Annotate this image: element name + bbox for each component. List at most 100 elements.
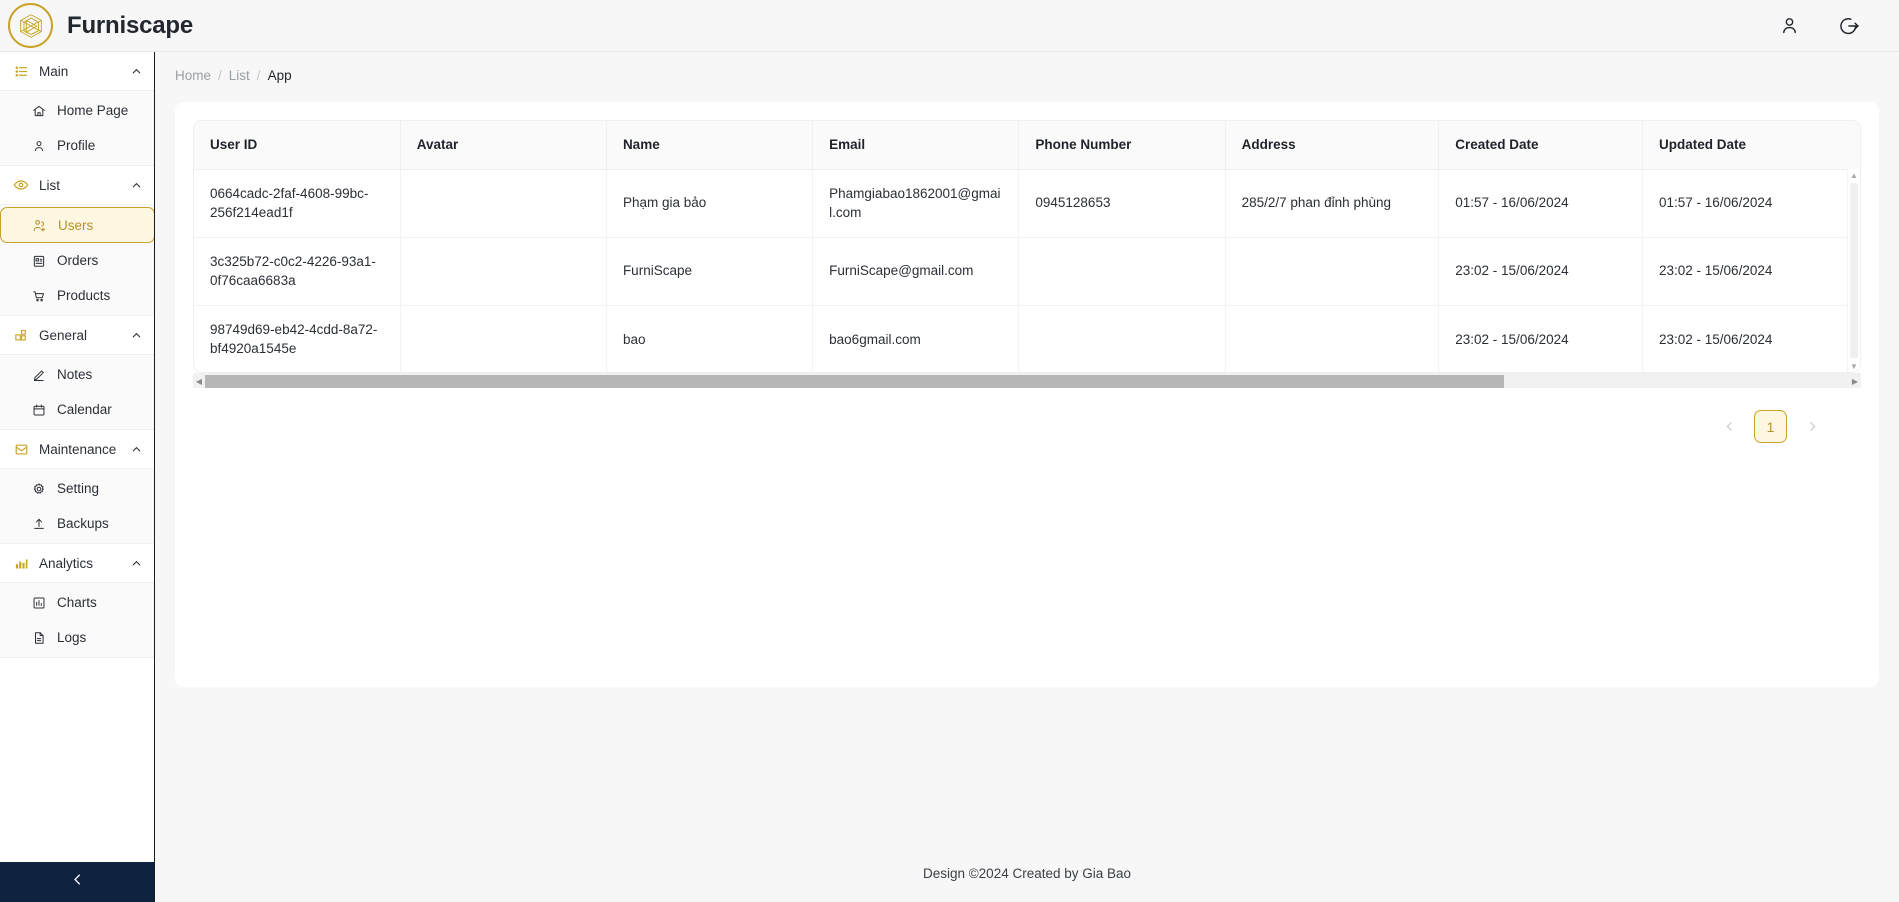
brand-name: Furniscape (67, 11, 194, 39)
breadcrumb-app: App (267, 67, 292, 83)
column-header-user-id[interactable]: User ID (194, 121, 401, 170)
chevron-up-icon[interactable] (130, 557, 142, 569)
users-table-container: User ID Avatar Name Email Phone Number A… (193, 120, 1861, 373)
column-header-email[interactable]: Email (812, 121, 1020, 170)
column-header-avatar[interactable]: Avatar (400, 121, 607, 170)
table-row[interactable]: 0664cadc-2faf-4608-99bc-256f214ead1f Phạ… (194, 169, 1860, 238)
column-header-name[interactable]: Name (606, 121, 814, 170)
cell-phone (1018, 305, 1226, 372)
pagination-prev-button[interactable] (1718, 413, 1740, 441)
chevron-up-icon[interactable] (130, 65, 142, 77)
sidebar: Main Home Page Profile List Users Orders… (0, 52, 155, 902)
footer-text: Design ©2024 Created by Gia Bao (922, 865, 1132, 881)
sidebar-item-charts[interactable]: Charts (0, 585, 154, 620)
users-add-icon (32, 218, 47, 233)
scroll-left-icon[interactable]: ◀ (193, 377, 205, 386)
sidebar-group-analytics[interactable]: Analytics (0, 544, 154, 582)
sidebar-item-products[interactable]: Products (0, 278, 154, 313)
cell-avatar (400, 305, 607, 372)
sidebar-item-label: Products (57, 288, 111, 303)
sidebar-item-calendar[interactable]: Calendar (0, 392, 154, 427)
sidebar-item-backups[interactable]: Backups (0, 506, 154, 541)
cell-created: 23:02 - 15/06/2024 (1438, 237, 1643, 306)
sidebar-group-main[interactable]: Main (0, 52, 154, 90)
sidebar-item-label: Setting (57, 481, 100, 496)
cell-updated: 23:02 - 15/06/2024 (1642, 237, 1860, 306)
breadcrumb: Home / List / App (155, 56, 1899, 94)
sidebar-group-maintenance[interactable]: Maintenance (0, 430, 154, 468)
column-header-created-date[interactable]: Created Date (1438, 121, 1643, 170)
horizontal-scroll-track[interactable] (205, 374, 1849, 389)
cell-user-id: 0664cadc-2faf-4608-99bc-256f214ead1f (194, 169, 401, 238)
chevron-up-icon[interactable] (130, 329, 142, 341)
chevron-left-icon (70, 872, 85, 892)
brand[interactable]: Furniscape (0, 3, 193, 48)
breadcrumb-home[interactable]: Home (175, 68, 211, 83)
cell-user-id: 3c325b72-c0c2-4226-93a1-0f76caa6683a (194, 237, 401, 306)
table-horizontal-scrollbar[interactable]: ◀ ▶ (193, 373, 1861, 388)
column-header-updated-date[interactable]: Updated Date (1642, 121, 1860, 170)
sidebar-item-notes[interactable]: Notes (0, 357, 154, 392)
users-table: User ID Avatar Name Email Phone Number A… (194, 121, 1860, 372)
sidebar-group-list[interactable]: List (0, 166, 154, 204)
sidebar-item-label: Users (58, 217, 94, 233)
table-header: User ID Avatar Name Email Phone Number A… (194, 121, 1860, 170)
scroll-down-icon[interactable]: ▼ (1848, 360, 1860, 372)
breadcrumb-list[interactable]: List (229, 68, 250, 83)
sidebar-item-logs[interactable]: Logs (0, 620, 154, 655)
sidebar-group-label: List (39, 177, 61, 193)
calendar-icon (31, 402, 46, 417)
cell-avatar (400, 237, 607, 306)
sidebar-nav: Main Home Page Profile List Users Orders… (0, 52, 154, 862)
table-header-row: User ID Avatar Name Email Phone Number A… (194, 121, 1860, 170)
vertical-scroll-thumb[interactable] (1850, 183, 1858, 358)
cell-avatar (400, 169, 607, 238)
cell-updated: 23:02 - 15/06/2024 (1659, 331, 1773, 347)
users-card: User ID Avatar Name Email Phone Number A… (175, 102, 1879, 687)
sidebar-submenu-list: Users Orders Products (0, 204, 154, 316)
cell-created: 01:57 - 16/06/2024 (1438, 169, 1643, 238)
sidebar-item-orders[interactable]: Orders (0, 243, 154, 278)
sidebar-item-label: Calendar (57, 402, 112, 417)
breadcrumb-separator: / (256, 67, 261, 83)
sidebar-item-label: Backups (57, 516, 109, 531)
scroll-right-icon[interactable]: ▶ (1849, 377, 1861, 386)
column-header-address[interactable]: Address (1225, 121, 1440, 170)
cell-name: Phạm gia bảo (606, 169, 814, 238)
column-header-phone-number[interactable]: Phone Number (1018, 121, 1226, 170)
sidebar-item-users[interactable]: Users (0, 207, 154, 243)
inbox-envelope-icon (13, 441, 29, 457)
footer: Design ©2024 Created by Gia Bao (155, 844, 1899, 902)
cell-email: bao6gmail.com (812, 305, 1020, 372)
upload-icon (31, 516, 46, 531)
sidebar-submenu-analytics: Charts Logs (0, 582, 154, 658)
chevron-up-icon[interactable] (130, 179, 142, 191)
home-icon (31, 103, 46, 118)
sidebar-collapse-button[interactable] (0, 862, 154, 902)
pagination-next-button[interactable] (1801, 413, 1823, 441)
sidebar-item-profile[interactable]: Profile (0, 128, 154, 163)
breadcrumb-separator: / (218, 67, 222, 83)
sidebar-group-general[interactable]: General (0, 316, 154, 354)
topbar-actions (1777, 14, 1899, 38)
user-icon (31, 138, 46, 153)
cell-email: FurniScape@gmail.com (812, 237, 1020, 306)
sidebar-group-label: Maintenance (39, 441, 117, 457)
pagination-page-1[interactable]: 1 (1754, 410, 1787, 443)
user-account-icon[interactable] (1777, 14, 1801, 38)
cell-name: bao (606, 305, 814, 372)
table-row[interactable]: 3c325b72-c0c2-4226-93a1-0f76caa6683a Fur… (194, 237, 1860, 306)
sidebar-item-home-page[interactable]: Home Page (0, 93, 154, 128)
scroll-up-icon[interactable]: ▲ (1848, 169, 1860, 181)
cell-address (1225, 305, 1440, 372)
apps-grid-icon (13, 327, 29, 343)
table-row[interactable]: 98749d69-eb42-4cdd-8a72-bf4920a1545e bao… (194, 305, 1860, 372)
cell-user-id: 98749d69-eb42-4cdd-8a72-bf4920a1545e (194, 305, 401, 372)
logout-icon[interactable] (1837, 14, 1861, 38)
table-vertical-scrollbar[interactable]: ▲ ▼ (1847, 169, 1860, 372)
chevron-up-icon[interactable] (130, 443, 142, 455)
cell-phone (1018, 237, 1226, 306)
sidebar-item-setting[interactable]: Setting (0, 471, 154, 506)
horizontal-scroll-thumb[interactable] (205, 374, 1504, 388)
sidebar-item-label: Charts (57, 595, 97, 610)
